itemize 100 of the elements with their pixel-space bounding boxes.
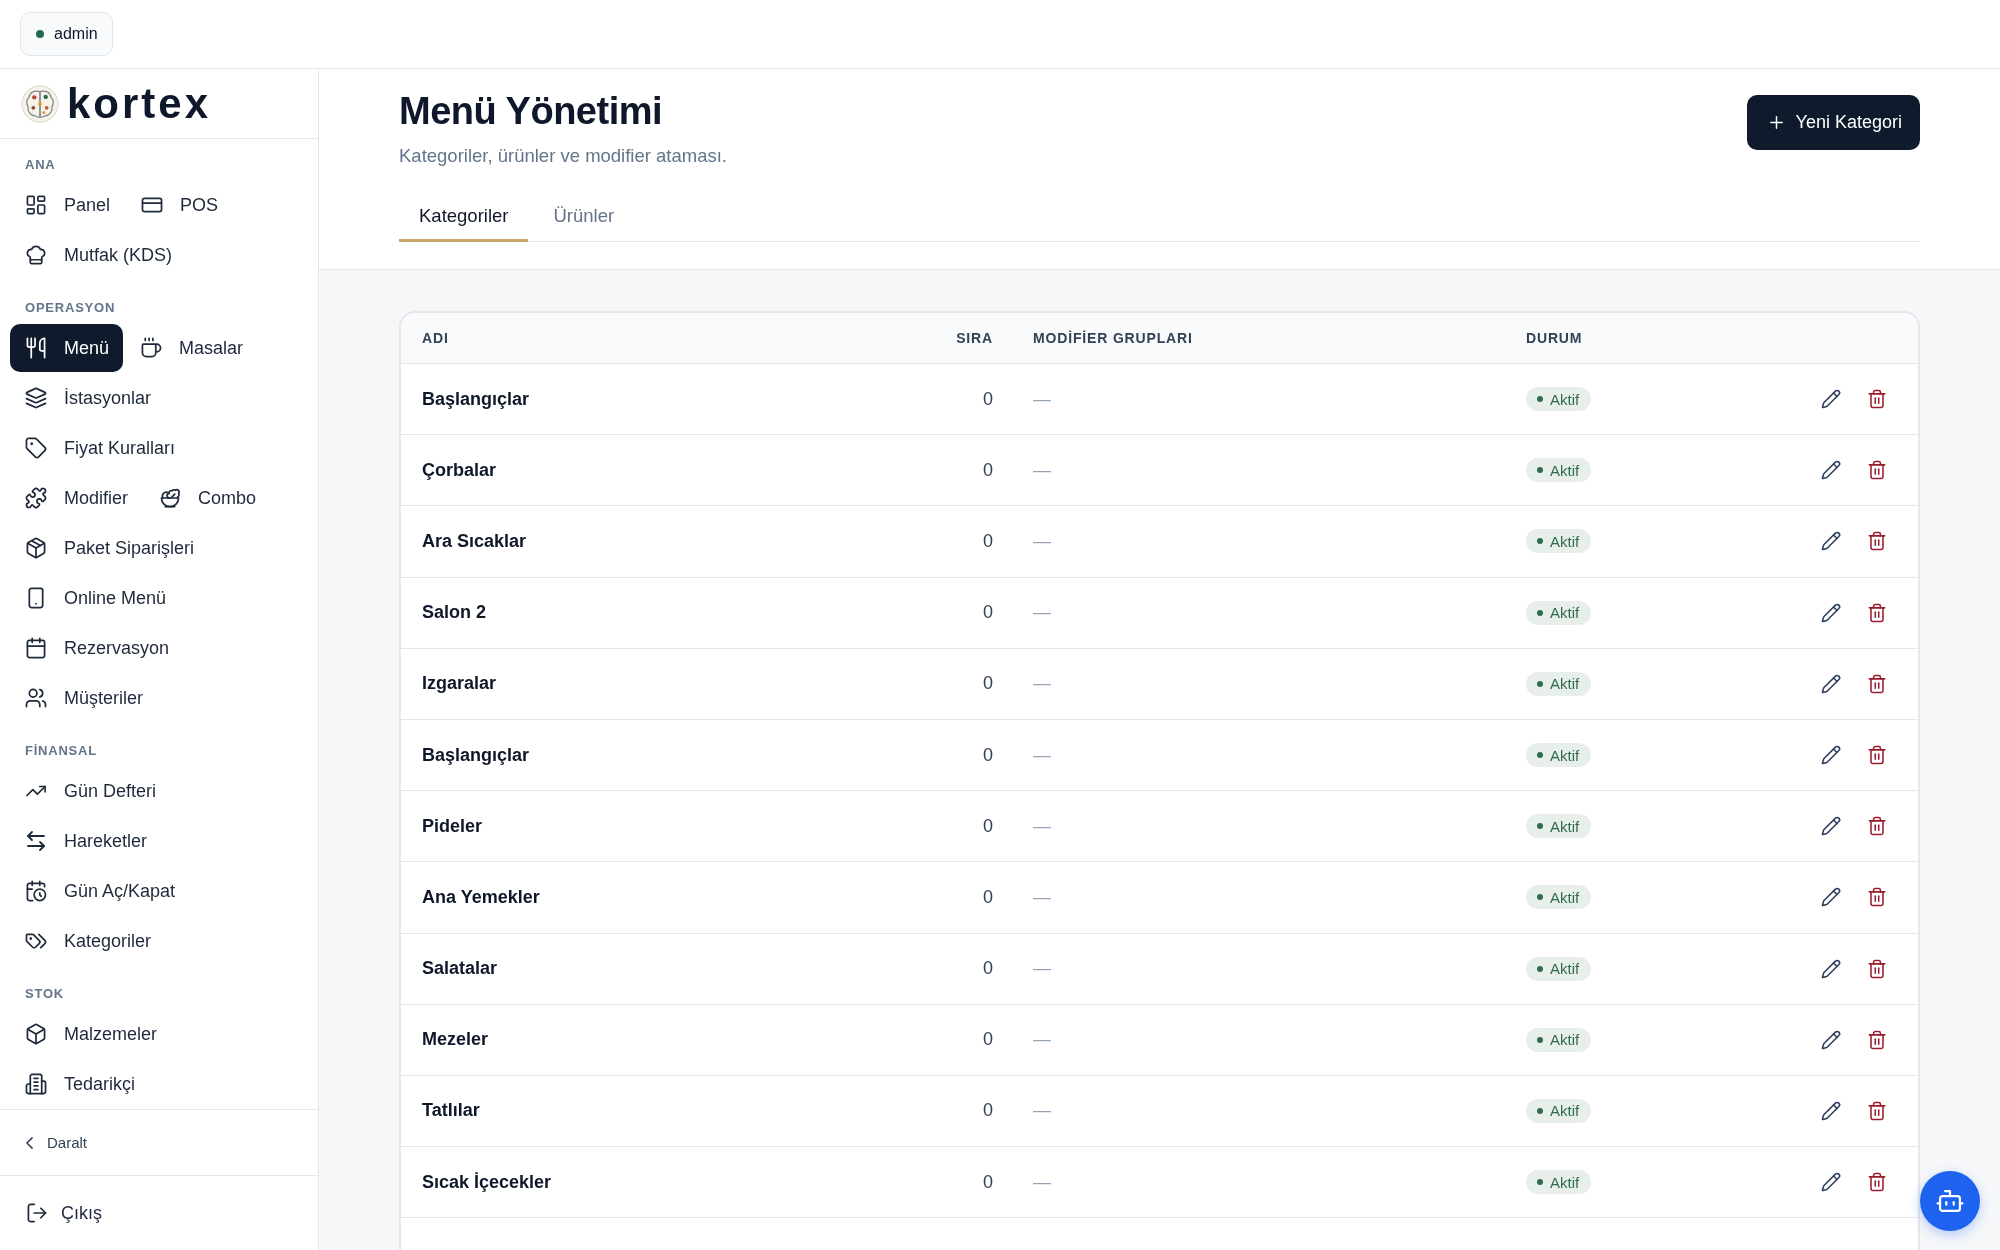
- chevron-left-icon: [26, 1136, 33, 1149]
- puzzle-icon: [26, 488, 46, 508]
- sidebar-item[interactable]: Hareketler: [10, 817, 162, 865]
- box-icon: [26, 1024, 46, 1044]
- trash-icon: [1868, 888, 1886, 907]
- name-cell: Tatlılar: [422, 1100, 480, 1122]
- modifier-groups-cell: —: [1033, 815, 1051, 837]
- arrows-icon: [26, 831, 46, 851]
- status-dot-icon: [1537, 752, 1543, 759]
- status-text: Aktif: [1550, 960, 1580, 978]
- status-text: Aktif: [1550, 1031, 1580, 1049]
- user-button[interactable]: admin: [20, 12, 113, 56]
- order-cell: 0: [983, 958, 993, 980]
- order-cell: 0: [983, 602, 993, 624]
- modifier-groups-cell: —: [1033, 958, 1051, 980]
- trash-icon: [1868, 1173, 1886, 1192]
- sidebar-item[interactable]: Online Menü: [10, 574, 181, 622]
- status-dot-icon: [1537, 965, 1543, 972]
- plus-icon: [1769, 116, 1783, 129]
- order-cell: 0: [983, 886, 993, 908]
- name-cell: Çorbalar: [422, 459, 497, 481]
- sidebar-item[interactable]: Paket Siparişleri: [10, 524, 209, 572]
- order-cell: 0: [983, 388, 993, 410]
- sidebar-item[interactable]: Tedarikçi: [10, 1060, 150, 1108]
- section-label: STOK: [24, 986, 64, 1002]
- sidebar-item[interactable]: İstasyonlar: [10, 374, 166, 422]
- modifier-groups-cell: —: [1033, 459, 1051, 481]
- sidebar-item[interactable]: Malzemeler: [10, 1010, 172, 1058]
- status-text: Aktif: [1550, 1102, 1580, 1120]
- order-cell: 0: [983, 815, 993, 837]
- section-label: ANA: [24, 157, 56, 173]
- logout-button[interactable]: Çıkış: [18, 1196, 111, 1230]
- trash-icon: [1868, 1101, 1886, 1120]
- modifier-groups-cell: —: [1033, 530, 1051, 552]
- pencil-icon: [1822, 1173, 1840, 1192]
- status-dot-icon: [1537, 1107, 1543, 1114]
- sidebar-item[interactable]: Fiyat Kuralları: [10, 424, 190, 472]
- pencil-icon: [1822, 1030, 1840, 1049]
- trash-icon: [1868, 390, 1886, 409]
- trash-icon: [1868, 959, 1886, 978]
- sidebar-item[interactable]: Mutfak (KDS): [10, 231, 187, 279]
- modifier-groups-cell: —: [1033, 1029, 1051, 1051]
- tab[interactable]: Ürünler: [533, 192, 635, 242]
- pencil-icon: [1822, 746, 1840, 765]
- package-icon: [26, 538, 46, 558]
- status-text: Aktif: [1550, 888, 1580, 906]
- modifier-groups-cell: —: [1033, 1171, 1051, 1193]
- status-dot-icon: [1537, 396, 1543, 403]
- name-cell: Başlangıçlar: [422, 388, 530, 410]
- pencil-icon: [1822, 461, 1840, 480]
- grid-icon: [26, 195, 46, 215]
- status-dot-icon: [1537, 680, 1543, 687]
- logo-icon: [21, 84, 59, 123]
- status-text: Aktif: [1550, 461, 1580, 479]
- status-text: Aktif: [1550, 746, 1580, 764]
- name-cell: Mezeler: [422, 1029, 489, 1051]
- order-cell: 0: [983, 1171, 993, 1193]
- tab[interactable]: Kategoriler: [399, 192, 529, 242]
- sidebar-item[interactable]: Panel: [10, 181, 125, 229]
- column-header: MODİFİER GRUPLARI: [1033, 330, 1193, 346]
- trash-icon: [1868, 1030, 1886, 1049]
- sidebar-item[interactable]: Masalar: [125, 324, 258, 372]
- calendar-icon: [26, 638, 46, 658]
- trash-icon: [1868, 603, 1886, 622]
- name-cell: Ana Yemekler: [422, 886, 540, 908]
- name-cell: Ara Sıcaklar: [422, 530, 527, 552]
- pencil-icon: [1822, 1101, 1840, 1120]
- sidebar-item[interactable]: Gün Aç/Kapat: [10, 867, 190, 915]
- sidebar-item[interactable]: Kategoriler: [10, 917, 166, 965]
- order-cell: 0: [983, 459, 993, 481]
- column-header: DURUM: [1526, 330, 1583, 346]
- trash-icon: [1868, 746, 1886, 765]
- status-text: Aktif: [1550, 817, 1580, 835]
- modifier-groups-cell: —: [1033, 673, 1051, 695]
- building-icon: [26, 1074, 46, 1094]
- logout-icon: [27, 1203, 47, 1223]
- modifier-groups-cell: —: [1033, 388, 1051, 410]
- status-dot-icon: [1537, 538, 1543, 545]
- sidebar-item[interactable]: Müşteriler: [10, 674, 157, 722]
- logo-text: kortex: [67, 82, 212, 125]
- tag-icon: [26, 438, 46, 458]
- sidebar-item[interactable]: Combo: [144, 474, 271, 522]
- pencil-icon: [1822, 603, 1840, 622]
- sidebar-item[interactable]: Menü: [10, 324, 124, 372]
- name-cell: Sıcak İçecekler: [422, 1171, 552, 1193]
- status-text: Aktif: [1550, 390, 1580, 408]
- new-category-button[interactable]: Yeni Kategori: [1746, 95, 1920, 150]
- section-label: OPERASYON: [24, 300, 116, 316]
- collapse-button[interactable]: Daralt: [18, 1128, 95, 1157]
- sidebar-item[interactable]: POS: [126, 181, 233, 229]
- name-cell: Başlangıçlar: [422, 744, 530, 766]
- sidebar-item[interactable]: Gün Defteri: [10, 767, 171, 815]
- column-header: ADI: [422, 330, 449, 346]
- sidebar-item[interactable]: Rezervasyon: [10, 624, 184, 672]
- pencil-icon: [1822, 959, 1840, 978]
- sidebar-item[interactable]: Modifier: [10, 474, 143, 522]
- tags-icon: [26, 931, 46, 951]
- modifier-groups-cell: —: [1033, 886, 1051, 908]
- card-icon: [142, 195, 163, 215]
- trash-icon: [1868, 532, 1886, 551]
